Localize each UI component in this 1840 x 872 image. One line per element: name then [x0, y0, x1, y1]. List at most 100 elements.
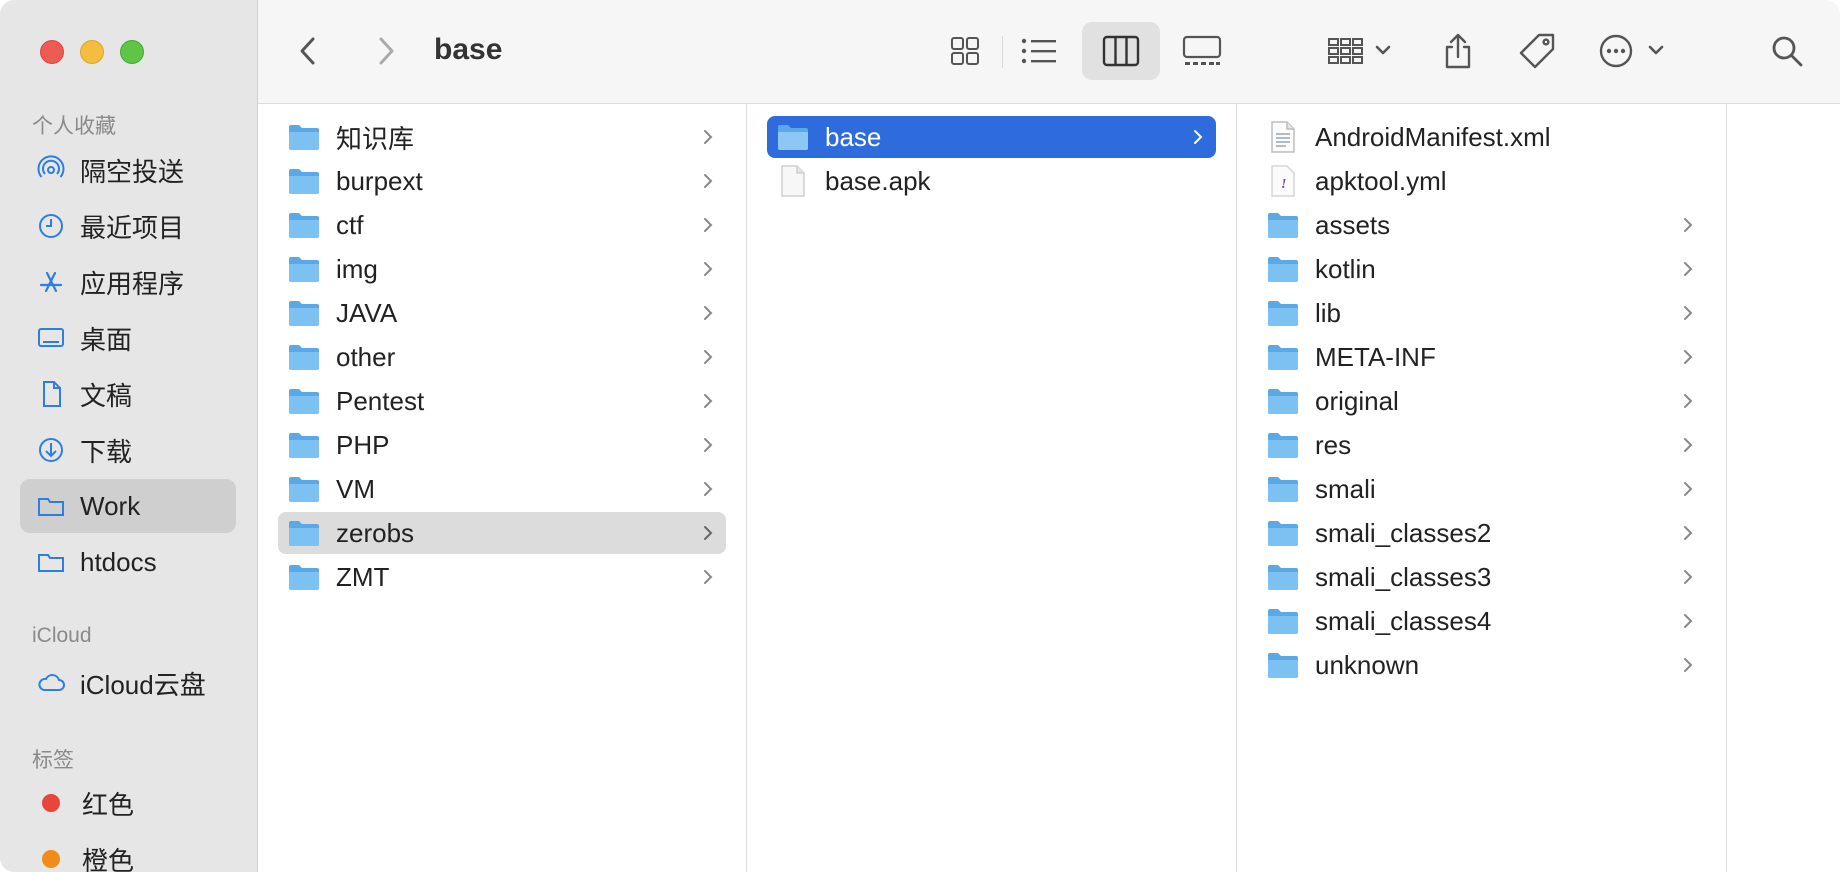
folder-icon — [288, 561, 320, 593]
folder-icon — [1267, 517, 1299, 549]
chevron-right-icon — [698, 391, 718, 411]
list-item[interactable]: Pentest — [278, 380, 726, 422]
group-button[interactable] — [1324, 22, 1400, 80]
share-button[interactable] — [1436, 22, 1480, 80]
sidebar-item-label: iCloud云盘 — [80, 669, 206, 700]
sidebar-item-htdocs[interactable]: htdocs — [20, 535, 236, 589]
folder-icon — [288, 209, 320, 241]
list-item[interactable]: original — [1257, 380, 1706, 422]
list-item[interactable]: smali_classes3 — [1257, 556, 1706, 598]
sidebar-item-label: 桌面 — [80, 324, 133, 355]
desktop-icon — [36, 323, 66, 353]
window-title: base — [434, 33, 503, 66]
list-item[interactable]: ZMT — [278, 556, 726, 598]
list-item[interactable]: smali_classes2 — [1257, 512, 1706, 554]
group-grid-icon — [1328, 38, 1391, 64]
column-3[interactable]: AndroidManifest.xml ! apktool.yml assets … — [1237, 104, 1727, 872]
grid-icon — [951, 37, 979, 65]
list-item[interactable]: other — [278, 336, 726, 378]
folder-icon — [1267, 429, 1299, 461]
ellipsis-circle-icon — [1599, 34, 1664, 68]
list-item[interactable]: VM — [278, 468, 726, 510]
tag-button[interactable] — [1512, 22, 1562, 80]
sidebar-item-desktop[interactable]: 桌面 — [20, 311, 236, 365]
sidebar-item-downloads[interactable]: 下载 — [20, 423, 236, 477]
sidebar-item-airdrop[interactable]: 隔空投送 — [20, 143, 236, 197]
gallery-view-button[interactable] — [1172, 22, 1232, 80]
sidebar-item-applications[interactable]: 应用程序 — [20, 255, 236, 309]
folder-icon — [288, 253, 320, 285]
tag-icon — [1519, 33, 1555, 69]
chevron-right-icon — [698, 479, 718, 499]
chevron-right-icon — [1678, 215, 1698, 235]
download-icon — [36, 435, 66, 465]
more-actions-button[interactable] — [1596, 22, 1672, 80]
sidebar-item-label: 应用程序 — [80, 268, 185, 299]
folder-icon — [288, 517, 320, 549]
file-icon — [777, 165, 809, 197]
folder-icon — [1267, 561, 1299, 593]
list-item-selected[interactable]: zerobs — [278, 512, 726, 554]
chevron-right-icon — [1678, 303, 1698, 323]
icon-view-button[interactable] — [940, 22, 990, 80]
list-item[interactable]: img — [278, 248, 726, 290]
cloud-icon — [36, 668, 66, 698]
minimize-button[interactable] — [80, 40, 104, 64]
sidebar-item-label: 最近项目 — [80, 212, 185, 243]
column-view-button[interactable] — [1082, 22, 1160, 80]
chevron-right-icon — [379, 37, 394, 65]
columns-icon — [1102, 35, 1140, 67]
sidebar-tag-orange[interactable]: 橙色 — [20, 832, 236, 872]
folder-icon — [1267, 385, 1299, 417]
folder-icon — [36, 491, 66, 521]
column-2[interactable]: base base.apk — [747, 104, 1237, 872]
search-button[interactable] — [1762, 22, 1812, 80]
list-item[interactable]: burpext — [278, 160, 726, 202]
list-item[interactable]: JAVA — [278, 292, 726, 334]
list-item-selected[interactable]: base — [767, 116, 1216, 158]
sidebar-item-recents[interactable]: 最近项目 — [20, 199, 236, 253]
zoom-button[interactable] — [120, 40, 144, 64]
list-item[interactable]: META-INF — [1257, 336, 1706, 378]
forward-button[interactable] — [366, 22, 406, 80]
column-4[interactable] — [1727, 104, 1840, 872]
list-item[interactable]: unknown — [1257, 644, 1706, 686]
svg-text:!: ! — [1281, 177, 1286, 192]
list-item[interactable]: kotlin — [1257, 248, 1706, 290]
favorites-header: 个人收藏 — [32, 115, 116, 138]
list-item[interactable]: smali — [1257, 468, 1706, 510]
window-controls — [40, 40, 144, 64]
chevron-right-icon — [1678, 567, 1698, 587]
list-item[interactable]: 知识库 — [278, 116, 726, 158]
tags-header: 标签 — [32, 749, 74, 772]
sidebar-tag-red[interactable]: 红色 — [20, 776, 236, 830]
column-1[interactable]: 知识库 burpext ctf img JAVA other Pentest P… — [258, 104, 747, 872]
icloud-header: iCloud — [32, 624, 92, 647]
folder-icon — [288, 429, 320, 461]
close-button[interactable] — [40, 40, 64, 64]
list-item[interactable]: assets — [1257, 204, 1706, 246]
folder-icon — [288, 385, 320, 417]
folder-icon — [1267, 649, 1299, 681]
list-icon — [1021, 38, 1056, 64]
list-view-button[interactable] — [1014, 22, 1064, 80]
chevron-right-icon — [698, 303, 718, 323]
folder-icon — [777, 121, 809, 153]
search-icon — [1772, 36, 1803, 67]
list-item[interactable]: ctf — [278, 204, 726, 246]
share-icon — [1445, 33, 1471, 69]
list-item[interactable]: AndroidManifest.xml — [1257, 116, 1706, 158]
folder-icon — [1267, 253, 1299, 285]
sidebar-item-label: 隔空投送 — [80, 156, 185, 187]
list-item[interactable]: lib — [1257, 292, 1706, 334]
list-item[interactable]: ! apktool.yml — [1257, 160, 1706, 202]
sidebar-item-documents[interactable]: 文稿 — [20, 367, 236, 421]
sidebar-item-icloud-drive[interactable]: iCloud云盘 — [20, 656, 236, 710]
list-item[interactable]: base.apk — [767, 160, 1216, 202]
sidebar-item-work[interactable]: Work — [20, 479, 236, 533]
back-button[interactable] — [288, 22, 328, 80]
list-item[interactable]: PHP — [278, 424, 726, 466]
list-item[interactable]: smali_classes4 — [1257, 600, 1706, 642]
list-item[interactable]: res — [1257, 424, 1706, 466]
chevron-right-icon — [698, 215, 718, 235]
